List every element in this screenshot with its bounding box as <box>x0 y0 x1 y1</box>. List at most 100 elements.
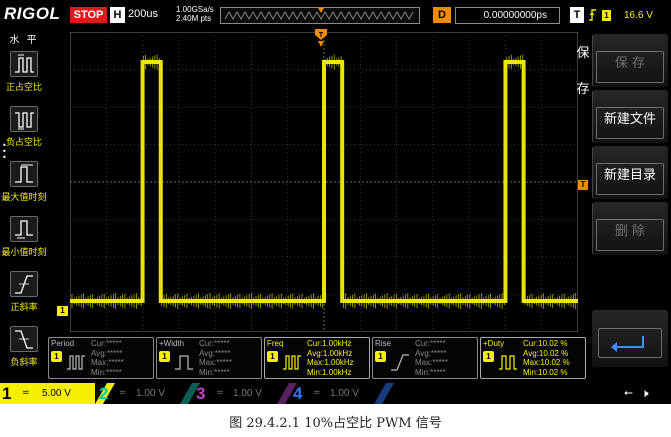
scroll-dots: • • • <box>2 141 7 162</box>
menu-item-min-time[interactable]: 最小值时刻 <box>0 214 48 264</box>
measurement-freq[interactable]: Freq 1 Cur:1.00kHz Avg:1.00kHz Max:1.00kHz Mi… <box>264 337 370 379</box>
measurement-width[interactable]: +Width 1 Cur:***** Avg:***** Max:***** Min:**… <box>156 337 262 379</box>
trigger-position-marker: T <box>315 29 327 47</box>
enter-arrow-icon <box>611 336 644 352</box>
rise-icon <box>391 354 409 371</box>
pos-duty-icon <box>499 355 517 370</box>
source-badge: 1 <box>51 351 62 362</box>
memory-depth: 2.40M pts <box>176 14 212 23</box>
source-badge: 1 <box>159 351 170 362</box>
measurement-period[interactable]: Period 1 Cur:***** Avg:***** Max:***** Min:**… <box>48 337 154 379</box>
channel-scale: 5.00 V <box>42 388 71 399</box>
measurement-min: Min:1.00kHz <box>307 367 352 377</box>
measurement-cur: Cur:***** <box>415 339 446 348</box>
measurement-name: Period <box>51 339 75 348</box>
negative-slope-icon <box>10 326 38 352</box>
speaker-icon[interactable]: 🕨 <box>641 386 657 401</box>
oscilloscope-screen: RIGOL STOP H 200us 1.00GSa/s 2.40M pts D… <box>0 0 671 404</box>
period-icon <box>67 355 85 370</box>
dc-coupling-icon: = <box>22 388 30 398</box>
channel-number: 1 <box>2 384 12 403</box>
rising-edge-icon <box>589 9 596 21</box>
save-button[interactable]: 保 存 <box>592 34 668 87</box>
measurement-min: Min:***** <box>91 367 122 377</box>
menu-title: 水 平 <box>9 35 39 46</box>
menu-item-positive-duty[interactable]: 正占空比 <box>0 49 48 99</box>
timebase-value: 200us <box>128 8 158 20</box>
delay-badge[interactable]: D <box>433 7 451 23</box>
delete-button[interactable]: 删 除 <box>592 202 668 255</box>
menu-item-positive-slope[interactable]: 正斜率 <box>0 269 48 319</box>
trigger-badge[interactable]: T <box>570 7 584 23</box>
dc-coupling-icon: = <box>119 388 127 398</box>
channel-number: 2 <box>99 384 109 403</box>
freq-icon <box>283 355 301 370</box>
channel-4-stripe <box>374 383 394 404</box>
svg-text:T: T <box>319 32 324 39</box>
measurement-avg: Avg:10.02 % <box>523 348 569 358</box>
save-button-label: 保 存 <box>596 51 664 83</box>
menu-item-negative-slope[interactable]: 负斜率 <box>0 324 48 374</box>
measurement-avg: Avg:***** <box>415 348 447 358</box>
new-folder-button-label: 新建目录 <box>596 163 664 195</box>
channel-3-tab[interactable]: 3 = 1.00 V <box>194 383 289 404</box>
memory-overview-wave <box>221 8 419 23</box>
source-badge: 1 <box>483 351 494 362</box>
measurement-avg: Avg:***** <box>199 348 231 358</box>
menu-label: 最大值时刻 <box>1 193 47 203</box>
source-badge: 1 <box>267 351 278 362</box>
ch1-ground-marker[interactable]: 1 <box>57 306 68 316</box>
sample-rate: 1.00GSa/s <box>176 5 214 14</box>
measurement-cur: Cur:10.02 % <box>523 339 568 348</box>
measurement-min: Min:***** <box>415 367 446 377</box>
positive-duty-icon <box>10 51 38 77</box>
waveform-grid <box>70 32 578 332</box>
channel-scale: 1.00 V <box>233 388 262 399</box>
channel-scale: 1.00 V <box>330 388 359 399</box>
right-menu-title-text: 保存 <box>576 46 590 97</box>
measurement-values: Cur:***** Avg:***** Max:***** Min:***** <box>199 339 232 377</box>
pos-width-icon <box>175 355 193 370</box>
positive-slope-icon <box>10 271 38 297</box>
figure-caption: 图 29.4.2.1 10%占空比 PWM 信号 <box>229 416 442 431</box>
max-time-icon <box>10 161 38 187</box>
measurement-name: +Duty <box>483 339 505 348</box>
min-time-icon <box>10 216 38 242</box>
source-badge: 1 <box>375 351 386 362</box>
measurement-avg: Avg:***** <box>91 348 123 358</box>
dc-coupling-icon: = <box>313 388 321 398</box>
negative-duty-icon <box>10 106 38 132</box>
channel-1-tab[interactable]: 1 = 5.00 V <box>0 383 95 404</box>
channel-number: 3 <box>196 384 206 403</box>
trigger-level: 16.6 V <box>624 9 653 21</box>
measurement-duty[interactable]: +Duty 1 Cur:10.02 % Avg:10.02 % Max:10.02 % M… <box>480 337 586 379</box>
run-stop-badge[interactable]: STOP <box>70 7 107 23</box>
menu-label: 负斜率 <box>10 358 38 368</box>
acquisition-info: 1.00GSa/s 2.40M pts <box>176 5 214 23</box>
horizontal-badge[interactable]: H <box>110 7 125 23</box>
menu-item-negative-duty[interactable]: 负占空比 <box>0 104 48 154</box>
delay-value: 0.00000000ps <box>455 7 560 24</box>
new-file-button-label: 新建文件 <box>596 107 664 139</box>
usb-icon: ⭠ <box>624 386 633 399</box>
channel-2-tab[interactable]: 2 = 1.00 V <box>97 383 192 404</box>
menu-item-max-time[interactable]: 最大值时刻 <box>0 159 48 209</box>
measurement-rise[interactable]: Rise 1 Cur:***** Avg:***** Max:***** Min:****… <box>372 337 478 379</box>
measurement-min: Min:***** <box>199 367 230 377</box>
channel-4-tab[interactable]: 4 = 1.00 V <box>291 383 386 404</box>
measurement-values: Cur:***** Avg:***** Max:***** Min:***** <box>415 339 448 377</box>
enter-button[interactable] <box>592 310 668 367</box>
measurement-cur: Cur:***** <box>91 339 122 348</box>
new-folder-button[interactable]: 新建目录 <box>592 146 668 199</box>
trigger-status: 1 16.6 V <box>586 6 666 24</box>
measurement-name: +Width <box>159 339 185 348</box>
new-file-button[interactable]: 新建文件 <box>592 90 668 143</box>
measurement-name: Freq <box>267 339 284 348</box>
measurement-values: Cur:10.02 % Avg:10.02 % Max:10.02 % Min:10.… <box>523 339 570 377</box>
trigger-level-marker[interactable]: T <box>578 180 588 190</box>
channel-scale: 1.00 V <box>136 388 165 399</box>
menu-label: 负占空比 <box>5 138 42 148</box>
measurement-name: Rise <box>375 339 392 348</box>
measurement-values: Cur:1.00kHz Avg:1.00kHz Max:1.00kHz Min:1.0… <box>307 339 354 377</box>
measurement-max: Max:***** <box>91 358 124 367</box>
